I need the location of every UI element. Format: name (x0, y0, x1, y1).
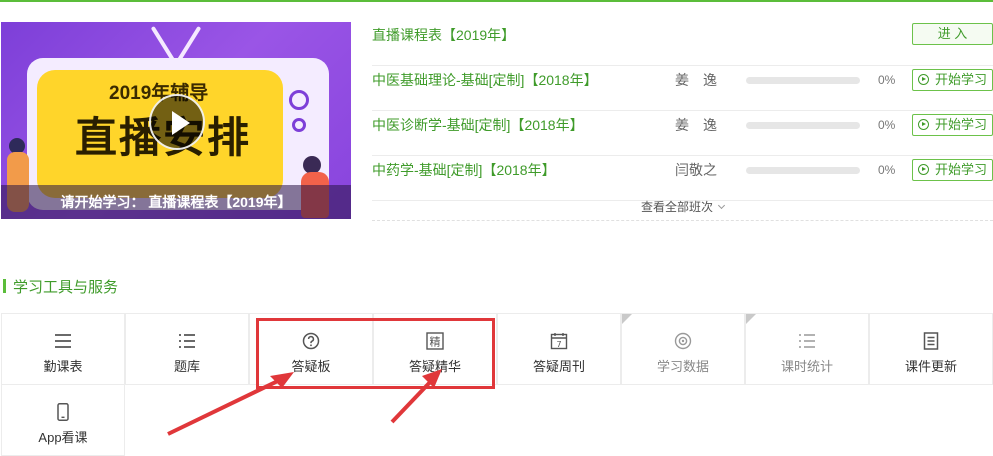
tool-lecture-schedule[interactable]: 勤课表 (1, 313, 125, 385)
tool-label: 答疑周刊 (532, 359, 585, 374)
play-circle-icon (917, 164, 929, 175)
start-learning-button[interactable]: 开始学习 (912, 159, 993, 181)
tool-label: 答疑精华 (408, 359, 461, 374)
chevron-down-icon (717, 201, 726, 210)
tool-qa-weekly[interactable]: 7 答疑周刊 (497, 313, 621, 385)
tool-label: 课件更新 (904, 359, 957, 374)
corner-marker (622, 314, 632, 324)
phone-icon (57, 403, 69, 421)
course-row: 直播课程表【2019年】 进 入 (372, 21, 993, 66)
question-circle-icon (302, 332, 320, 350)
corner-marker (746, 314, 756, 324)
tools-grid: 勤课表 题库 答疑板 精 答疑精华 7 答疑周刊 学习数据 课时统计 课件更新 … (1, 313, 993, 456)
start-learning-label: 开始学习 (934, 117, 987, 132)
view-all-classes-link[interactable]: 查看全部班次 (372, 194, 993, 221)
course-title-link[interactable]: 直播课程表【2019年】 (372, 21, 515, 49)
course-row: 中医基础理论-基础[定制]【2018年】 姜 逸 0% 开始学习 (372, 66, 993, 111)
course-row: 中医诊断学-基础[定制]【2018年】 姜 逸 0% 开始学习 (372, 111, 993, 156)
course-title-link[interactable]: 中药学-基础[定制]【2018年】 (372, 156, 556, 184)
course-teacher: 闫敬之 (675, 162, 717, 178)
tv-knob (289, 90, 309, 110)
tool-app-courses[interactable]: App看课 (1, 384, 125, 456)
course-progress-percent: 0% (878, 118, 896, 132)
start-learning-label: 开始学习 (934, 162, 987, 177)
course-title-link[interactable]: 中医诊断学-基础[定制]【2018年】 (372, 111, 584, 139)
tv-knob (292, 118, 306, 132)
play-circle-icon (917, 74, 929, 85)
enter-button[interactable]: 进 入 (912, 23, 993, 45)
list-bullets-icon (799, 334, 815, 348)
course-teacher: 姜 逸 (675, 117, 717, 133)
svg-text:精: 精 (430, 336, 441, 349)
tool-qa-essence[interactable]: 精 答疑精华 (373, 313, 497, 385)
tool-courseware-updates[interactable]: 课件更新 (869, 313, 993, 385)
list-bullets-icon (179, 334, 195, 348)
svg-text:7: 7 (556, 340, 561, 349)
banner-caption[interactable]: 请开始学习： 直播课程表【2019年】 (1, 185, 351, 219)
tv-antenna-right (176, 25, 202, 63)
start-learning-button[interactable]: 开始学习 (912, 114, 993, 136)
tool-qa-board[interactable]: 答疑板 (249, 313, 373, 385)
tool-study-data[interactable]: 学习数据 (621, 313, 745, 385)
course-progress-percent: 0% (878, 73, 896, 87)
view-all-label: 查看全部班次 (640, 200, 713, 214)
section-title: 学习工具与服务 (13, 279, 119, 296)
live-schedule-banner[interactable]: 2019年辅导 直播安排 请开始学习： 直播课程表【2019年】 (1, 22, 351, 219)
tool-label: App看课 (38, 430, 88, 445)
essence-char-icon: 精 (426, 332, 444, 350)
tool-label: 题库 (173, 359, 200, 374)
tool-question-bank[interactable]: 题库 (125, 313, 249, 385)
course-progress-percent: 0% (878, 163, 896, 177)
tool-label: 学习数据 (656, 359, 709, 374)
section-accent-bar (3, 279, 6, 293)
course-progress-bar (746, 77, 860, 84)
start-learning-label: 开始学习 (934, 72, 987, 87)
play-circle-icon (917, 119, 929, 130)
course-title-link[interactable]: 中医基础理论-基础[定制]【2018年】 (372, 66, 598, 94)
tool-lesson-stats[interactable]: 课时统计 (745, 313, 869, 385)
tv-antenna-left (150, 25, 176, 63)
tool-label: 课时统计 (780, 359, 833, 374)
calendar-icon: 7 (550, 333, 568, 350)
top-accent-rule (0, 0, 993, 2)
play-icon[interactable] (149, 94, 205, 150)
course-teacher: 姜 逸 (675, 72, 717, 88)
course-progress-bar (746, 122, 860, 129)
course-progress-bar (746, 167, 860, 174)
document-icon (923, 332, 939, 350)
menu-lines-icon (55, 334, 71, 348)
tool-label: 勤课表 (43, 359, 83, 374)
start-learning-button[interactable]: 开始学习 (912, 69, 993, 91)
tool-label: 答疑板 (291, 359, 331, 374)
target-circle-icon (674, 332, 692, 350)
